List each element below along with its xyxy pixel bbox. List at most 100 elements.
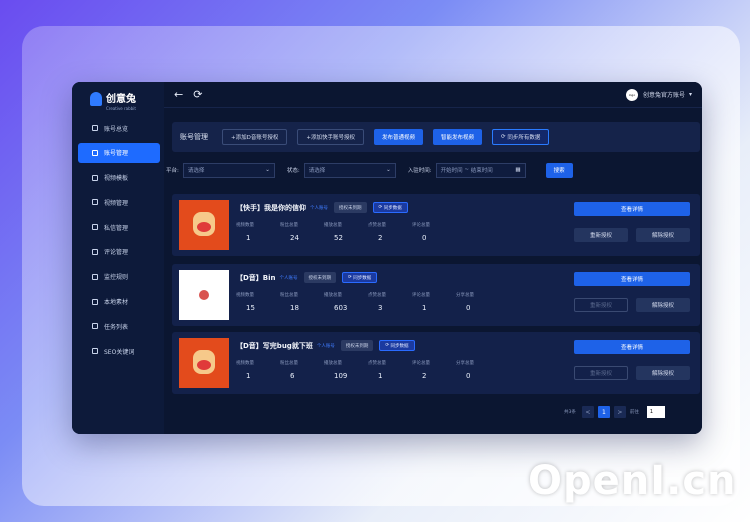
- publish-video-button[interactable]: 发布普通视频: [373, 129, 423, 145]
- refresh-icon[interactable]: ⟳: [193, 88, 202, 101]
- account-card: 【D音】写完bug就下班 个人账号 授权未到期 ⟳ 同步数据 视频数量 1 粉丝总量 6 播放总…: [172, 332, 700, 394]
- monitor-icon: [92, 273, 98, 280]
- user-menu[interactable]: logo 创意兔官方账号 ▾: [625, 88, 692, 101]
- search-button[interactable]: 搜索: [545, 162, 573, 178]
- stat-value: 109: [334, 372, 348, 380]
- sidebar-item-7[interactable]: 本地素材: [78, 292, 160, 312]
- stat-value: 0: [422, 234, 427, 242]
- sidebar-item-6[interactable]: 监控规则: [78, 267, 160, 287]
- view-detail-button[interactable]: 查看详情: [574, 202, 690, 216]
- stat-value: 1: [378, 372, 383, 380]
- stat-value: 1: [422, 304, 427, 312]
- page-1-button[interactable]: 1: [597, 406, 610, 418]
- sync-data-button[interactable]: ⟳ 同步数据: [342, 272, 378, 283]
- sync-all-label: 同步所有数据: [507, 135, 541, 141]
- platform-label: 平台:: [166, 168, 179, 174]
- account-type-tag: 个人账号: [310, 205, 328, 211]
- stat-value: 52: [334, 234, 343, 242]
- home-icon: [92, 125, 98, 131]
- status-select[interactable]: 请选择 ⌄: [303, 162, 396, 178]
- rabbit-logo-icon: [90, 92, 102, 106]
- sidebar-item-label: 视频管理: [104, 199, 129, 207]
- sidebar-item-0[interactable]: 账号总览: [78, 118, 160, 138]
- start-placeholder: 开始时间: [440, 168, 463, 174]
- page-title: 账号管理: [180, 133, 208, 141]
- tag-icon: [92, 348, 98, 355]
- stats-row: 视频数量 1 粉丝总量 24 播放总量 52 点赞总量 2 评论总量 0: [236, 222, 456, 242]
- auth-status-badge: 授权未到期: [334, 202, 367, 213]
- add-kuaishou-button[interactable]: +添加快手账号授权: [297, 129, 364, 145]
- stats-row: 视频数量 1 粉丝总量 6 播放总量 109 点赞总量 1 评论总量 2 分享总量 0: [236, 360, 500, 380]
- revoke-auth-button[interactable]: 解除授权: [636, 366, 690, 380]
- account-name: 【D音】Bin: [236, 273, 276, 282]
- add-douyin-button[interactable]: +添加D音账号授权: [222, 129, 288, 145]
- revoke-auth-button[interactable]: 解除授权: [636, 298, 690, 312]
- sidebar-item-label: 监控规则: [104, 274, 129, 282]
- stat-label: 分享总量: [456, 293, 474, 298]
- sync-data-label: 同步数据: [383, 205, 402, 211]
- sidebar-item-label: 任务列表: [104, 323, 129, 331]
- next-page-button[interactable]: >: [613, 406, 626, 418]
- stat: 评论总量 0: [412, 222, 456, 242]
- action-row: 重新授权 解除授权: [574, 366, 690, 380]
- range-separator: ~: [464, 167, 469, 173]
- view-detail-button[interactable]: 查看详情: [574, 340, 690, 354]
- account-type-tag: 个人账号: [279, 275, 298, 281]
- stat: 分享总量 0: [456, 360, 500, 380]
- sidebar-item-3[interactable]: 视频管理: [78, 192, 160, 212]
- sync-all-button[interactable]: ⟳ 同步所有数据: [492, 129, 550, 145]
- platform-select[interactable]: 请选择 ⌄: [182, 162, 275, 178]
- avatar: logo: [625, 88, 638, 101]
- stat: 点赞总量 2: [368, 222, 412, 242]
- sidebar-item-9[interactable]: SEO关键词: [78, 341, 160, 361]
- status-label: 状态:: [286, 168, 300, 174]
- sync-data-button[interactable]: ⟳ 同步数据: [372, 202, 408, 213]
- end-placeholder: 结束时间: [470, 168, 493, 174]
- sidebar-item-5[interactable]: 评论管理: [78, 242, 160, 262]
- prev-page-button[interactable]: <: [581, 406, 594, 418]
- reauthorize-button[interactable]: 重新授权: [574, 366, 628, 380]
- account-card: 【D音】Bin 个人账号 授权未到期 ⟳ 同步数据 视频数量 15 粉丝总量 18 播放总量 60…: [172, 264, 700, 326]
- auth-status-badge: 授权未到期: [303, 272, 337, 283]
- auth-status-badge: 授权未到期: [340, 340, 374, 351]
- reauthorize-button[interactable]: 重新授权: [574, 228, 628, 242]
- sidebar-item-2[interactable]: 视频模板: [78, 168, 160, 188]
- stat: 分享总量 0: [456, 292, 500, 312]
- date-range-picker[interactable]: 开始时间 ~ 结束时间 ▦: [435, 162, 526, 178]
- tiger-avatar-icon: [193, 212, 215, 236]
- card-actions: 查看详情重新授权 解除授权: [574, 272, 690, 312]
- sidebar-item-1[interactable]: 账号管理: [78, 142, 160, 163]
- sidebar-item-4[interactable]: 私信管理: [78, 217, 160, 237]
- sidebar-item-8[interactable]: 任务列表: [78, 316, 160, 336]
- user-name: 创意兔官方账号: [642, 92, 685, 99]
- page-jump-input[interactable]: 1: [646, 406, 665, 418]
- stat: 视频数量 1: [236, 360, 280, 380]
- stat-value: 603: [334, 304, 348, 312]
- stat-label: 播放总量: [324, 361, 342, 366]
- stat-label: 粉丝总量: [280, 293, 298, 298]
- back-arrow-icon[interactable]: ←: [174, 88, 183, 101]
- revoke-auth-button[interactable]: 解除授权: [636, 228, 690, 242]
- smart-publish-button[interactable]: 智能发布视频: [432, 129, 482, 145]
- card-actions: 查看详情重新授权 解除授权: [574, 202, 690, 242]
- app-window: 创意兔 Creative rabbit 账号总览账号管理视频模板视频管理私信管理…: [72, 82, 702, 434]
- stat-label: 评论总量: [412, 223, 430, 228]
- stat-value: 6: [290, 372, 295, 380]
- stat-value: 1: [246, 234, 251, 242]
- stat: 评论总量 2: [412, 360, 456, 380]
- chevron-down-icon: ▾: [688, 91, 692, 98]
- comment-icon: [92, 248, 98, 255]
- brand-logo: 创意兔 Creative rabbit: [72, 88, 164, 111]
- sidebar-item-label: 评论管理: [104, 249, 129, 257]
- stat: 视频数量 1: [236, 222, 280, 242]
- total-count: 共3条: [564, 410, 576, 415]
- sync-data-button[interactable]: ⟳ 同步数据: [379, 340, 415, 351]
- sidebar-item-label: 本地素材: [104, 299, 129, 307]
- stat: 播放总量 52: [324, 222, 368, 242]
- stat: 点赞总量 1: [368, 360, 412, 380]
- reauthorize-button[interactable]: 重新授权: [574, 298, 628, 312]
- platform-placeholder: 请选择: [187, 168, 205, 174]
- view-detail-button[interactable]: 查看详情: [574, 272, 690, 286]
- time-label: 入驻时间:: [407, 168, 432, 174]
- chevron-down-icon: ⌄: [386, 167, 391, 173]
